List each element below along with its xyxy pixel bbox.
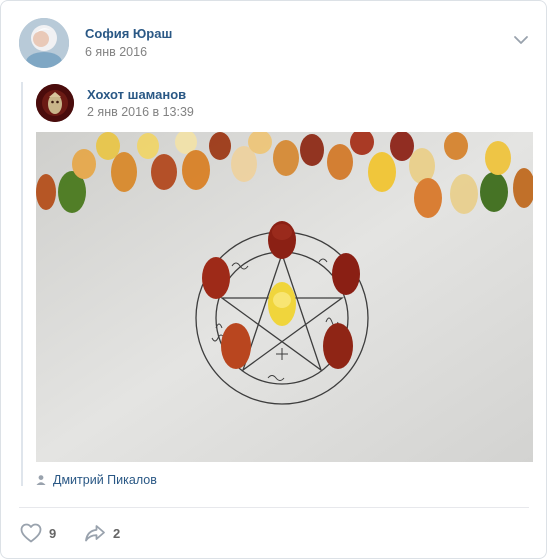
share-count: 2 [113, 525, 121, 541]
heart-icon [19, 521, 43, 545]
chevron-down-icon[interactable] [511, 30, 531, 50]
repost-date[interactable]: 2 янв 2016 в 13:39 [87, 105, 194, 119]
post-date[interactable]: 6 янв 2016 [85, 45, 147, 59]
person-icon [35, 474, 47, 486]
post-header: София Юраш 6 янв 2016 [19, 18, 531, 70]
like-button[interactable]: 9 [19, 519, 56, 547]
post-card: София Юраш 6 янв 2016 Хохот шаманов 2 ян… [0, 0, 547, 559]
share-button[interactable]: 2 [83, 519, 120, 547]
post-actions: 9 2 [19, 519, 219, 547]
post-photo[interactable] [36, 132, 533, 462]
post-signer[interactable]: Дмитрий Пикалов [35, 473, 157, 487]
share-arrow-icon [83, 521, 107, 545]
like-count: 9 [49, 525, 57, 541]
post-author-name[interactable]: София Юраш [85, 26, 172, 41]
signer-name[interactable]: Дмитрий Пикалов [53, 473, 157, 487]
author-avatar[interactable] [19, 18, 69, 68]
group-name[interactable]: Хохот шаманов [87, 87, 186, 102]
group-avatar[interactable] [36, 84, 74, 122]
reposted-post: Хохот шаманов 2 янв 2016 в 13:39 Дмитрий… [21, 82, 535, 487]
actions-divider [19, 507, 529, 508]
